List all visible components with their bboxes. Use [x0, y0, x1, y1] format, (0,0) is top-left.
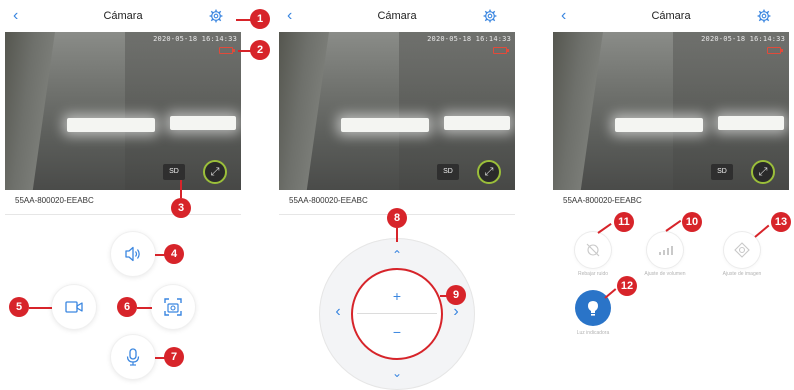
callout-badge: 7: [164, 347, 184, 367]
page-title: Cámara: [651, 10, 691, 22]
callout-badge: 3: [171, 198, 191, 218]
device-id: 55AA-800020-EEABC: [15, 196, 94, 205]
battery-icon: [767, 47, 783, 54]
speaker-button[interactable]: [111, 232, 155, 276]
timestamp: 2020-05-18 16:14:33: [427, 35, 511, 43]
pan-down-icon[interactable]: ⌄: [389, 366, 405, 380]
callout-badge: 2: [250, 40, 270, 60]
callout-badge: 8: [387, 208, 407, 228]
ceiling-light: [67, 118, 155, 132]
indicator-light-label: Luz indicadora: [576, 330, 610, 336]
battery-icon: [219, 47, 235, 54]
top-bar: ‹ Cámara: [5, 0, 241, 32]
callout-line: [29, 307, 52, 309]
video-feed[interactable]: 2020-05-18 16:14:33 SD ⤢: [279, 32, 515, 190]
fullscreen-icon[interactable]: ⤢: [751, 160, 775, 184]
record-button[interactable]: [52, 285, 96, 329]
video-feed[interactable]: 2020-05-18 16:14:33 SD ⤢: [5, 32, 241, 190]
ceiling-light: [170, 116, 236, 130]
noise-reduction-icon: [586, 243, 600, 257]
sd-quality-button[interactable]: SD: [163, 164, 185, 180]
callout-line: [137, 307, 152, 309]
top-bar: ‹ Cámara: [553, 0, 789, 32]
camera-panel-settings: ‹ Cámara 2020-05-18 16:14:33 SD ⤢ 55AA-8…: [553, 0, 794, 390]
video-feed[interactable]: 2020-05-18 16:14:33 SD ⤢: [553, 32, 789, 190]
ceiling-light: [341, 118, 429, 132]
microphone-icon: [126, 348, 140, 366]
device-id: 55AA-800020-EEABC: [563, 196, 642, 205]
sd-quality-button[interactable]: SD: [711, 164, 733, 180]
device-id: 55AA-800020-EEABC: [289, 196, 368, 205]
noise-reduction-label: Rebajar ruido: [577, 271, 609, 277]
video-camera-icon: [65, 301, 83, 313]
image-adjust-label: Ajuste de imagen: [722, 271, 762, 277]
callout-badge: 13: [771, 212, 791, 232]
volume-bars-icon: [659, 246, 673, 255]
callout-badge: 10: [682, 212, 702, 232]
fullscreen-icon[interactable]: ⤢: [203, 160, 227, 184]
pan-right-icon[interactable]: ›: [449, 303, 463, 321]
image-adjust-icon: [734, 242, 750, 258]
microphone-button[interactable]: [111, 335, 155, 379]
snapshot-button[interactable]: [151, 285, 195, 329]
sd-quality-button[interactable]: SD: [437, 164, 459, 180]
timestamp: 2020-05-18 16:14:33: [153, 35, 237, 43]
gear-icon[interactable]: [209, 9, 223, 23]
callout-line: [180, 180, 182, 198]
noise-reduction-button[interactable]: [575, 232, 611, 268]
pan-up-icon[interactable]: ⌃: [389, 248, 405, 262]
pan-left-icon[interactable]: ‹: [331, 303, 345, 321]
callout-badge: 4: [164, 244, 184, 264]
volume-adjust-button[interactable]: [647, 232, 683, 268]
highlight-circle: [351, 268, 443, 360]
callout-line: [396, 228, 398, 242]
camera-panel-ptz: ‹ Cámara 2020-05-18 16:14:33 SD ⤢ 55AA-8…: [279, 0, 521, 390]
screenshot-icon: [164, 298, 182, 316]
callout-badge: 5: [9, 297, 29, 317]
top-bar: ‹ Cámara: [279, 0, 515, 32]
battery-icon: [493, 47, 509, 54]
volume-adjust-label: Ajuste de volumen: [644, 271, 686, 277]
callout-badge: 12: [617, 276, 637, 296]
speaker-icon: [125, 246, 140, 262]
fullscreen-icon[interactable]: ⤢: [477, 160, 501, 184]
page-title: Cámara: [103, 10, 143, 22]
timestamp: 2020-05-18 16:14:33: [701, 35, 785, 43]
light-bulb-icon: [588, 301, 598, 316]
callout-badge: 6: [117, 297, 137, 317]
callout-badge: 11: [614, 212, 634, 232]
gear-icon[interactable]: [757, 9, 771, 23]
gear-icon[interactable]: [483, 9, 497, 23]
page-title: Cámara: [377, 10, 417, 22]
ceiling-light: [718, 116, 784, 130]
ceiling-light: [444, 116, 510, 130]
callout-badge: 1: [250, 9, 270, 29]
camera-panel-controls: ‹ Cámara 2020-05-18 16:14:33 SD ⤢ 55AA-8…: [5, 0, 247, 390]
callout-badge: 9: [446, 285, 466, 305]
divider: [5, 214, 241, 215]
ceiling-light: [615, 118, 703, 132]
